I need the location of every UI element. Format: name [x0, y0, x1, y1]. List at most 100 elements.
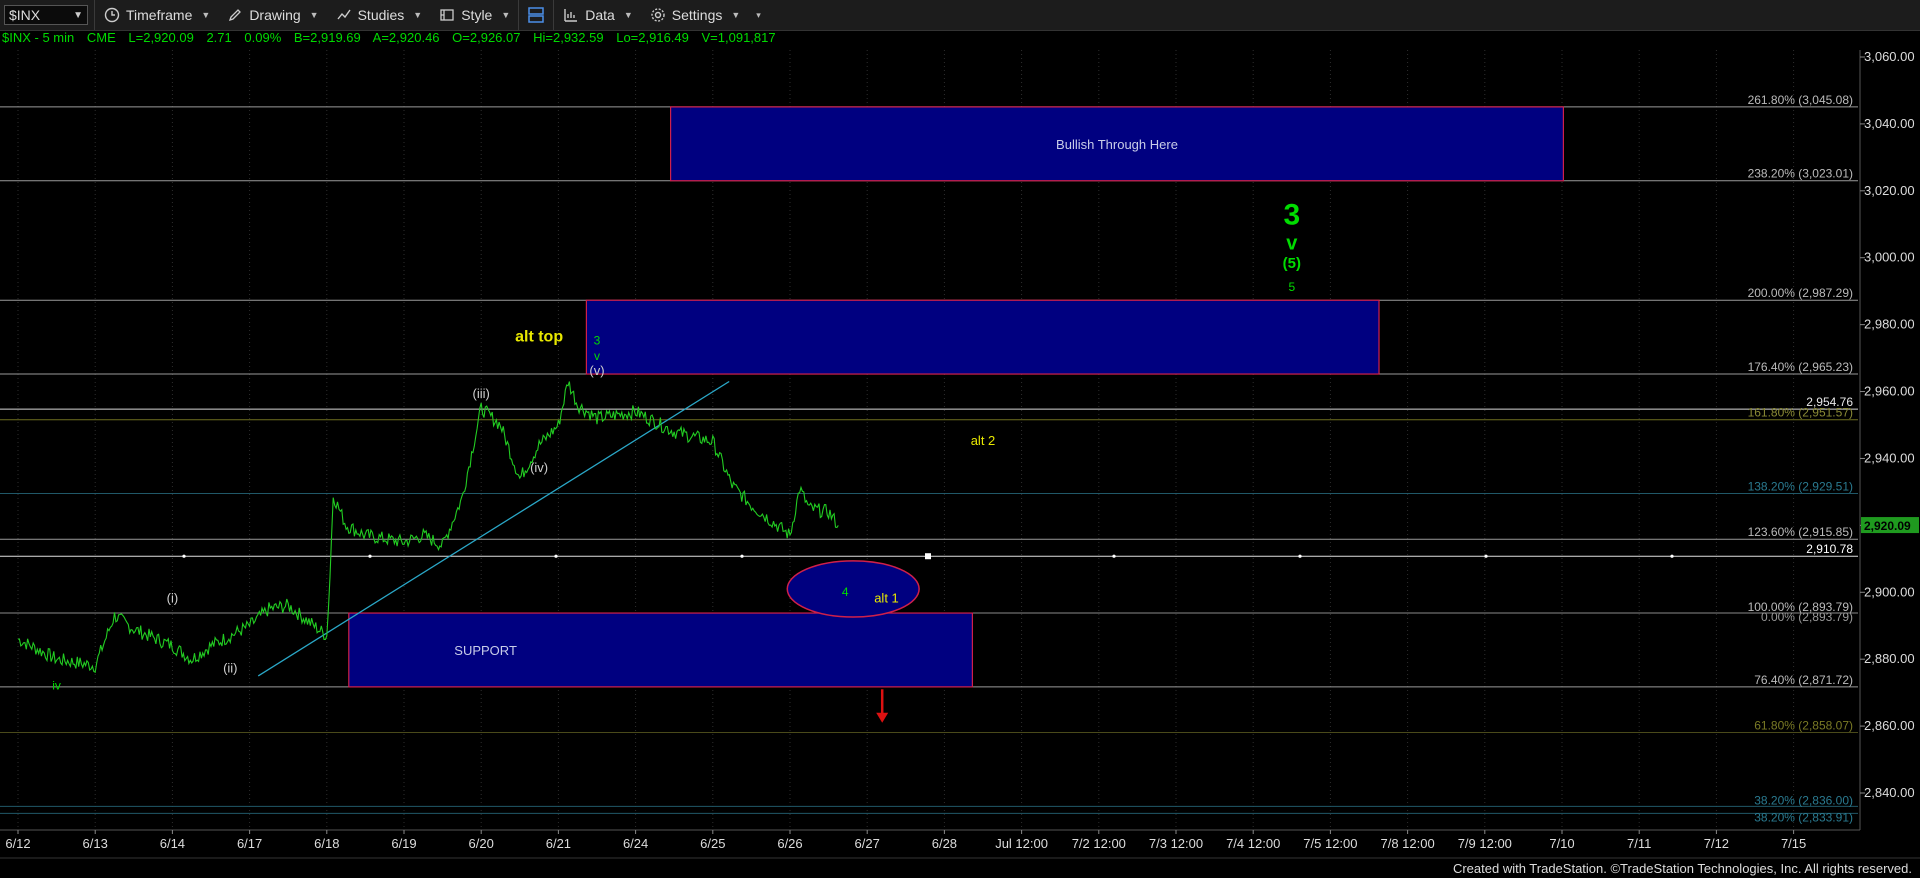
wave-annotation: 3 [1283, 198, 1300, 231]
fib-level-label: 61.80% (2,858.07) [1754, 719, 1853, 733]
wave-label-4: 4 [842, 585, 849, 599]
level-marker-dot [182, 554, 186, 558]
symbol-selector[interactable]: $INX ▼ [4, 5, 88, 25]
date-axis-label: 6/28 [932, 836, 957, 851]
data-label: Data [585, 7, 615, 23]
quote-volume: V=1,091,817 [701, 30, 776, 45]
quote-last: L=2,920.09 [128, 30, 194, 45]
price-axis-label: 2,900.00 [1864, 584, 1915, 599]
price-chart[interactable]: 261.80% (3,045.08) 238.20% (3,023.01) 200.… [0, 0, 1920, 878]
fib-level-label: 38.20% (2,833.91) [1754, 810, 1853, 824]
wave-annotation: (ii) [223, 661, 237, 676]
symbol-dropdown-icon[interactable]: ▼ [73, 10, 83, 21]
target-ellipse[interactable] [786, 560, 920, 618]
quote-bid: B=2,919.69 [293, 30, 361, 45]
wave-annotation: alt top [515, 328, 563, 345]
date-axis-label: 7/8 12:00 [1380, 836, 1434, 851]
price-axis-label: 3,060.00 [1864, 49, 1915, 64]
date-axis-label: Jul 12:00 [995, 836, 1048, 851]
date-axis-label: 7/4 12:00 [1226, 836, 1280, 851]
price-zone-box[interactable] [348, 612, 973, 688]
toolbar-overflow[interactable]: ▾ [748, 0, 769, 30]
fib-level-label: 2,910.78 [1806, 542, 1853, 556]
pencil-icon [226, 6, 244, 24]
price-axis-label: 2,860.00 [1864, 718, 1915, 733]
date-axis-label: 7/15 [1781, 836, 1806, 851]
price-axis-label: 2,880.00 [1864, 651, 1915, 666]
date-axis-label: 7/2 12:00 [1072, 836, 1126, 851]
fib-level-label: 0.00% (2,893.79) [1761, 610, 1853, 624]
date-axis-label: 7/3 12:00 [1149, 836, 1203, 851]
level-marker-dot [368, 554, 372, 558]
quote-line: $INX - 5 min CME L=2,920.09 2.71 0.09% B… [2, 30, 785, 48]
clock-icon [103, 6, 121, 24]
quote-symbol: $INX - 5 min [2, 30, 75, 45]
gear-icon [649, 6, 667, 24]
footer-credit: Created with TradeStation. ©TradeStation… [1452, 861, 1912, 876]
overflow-caret-icon: ▾ [756, 9, 761, 20]
wave-annotation: alt 2 [971, 433, 996, 448]
date-axis-label: 6/20 [469, 836, 494, 851]
date-axis-label: 6/18 [314, 836, 339, 851]
data-menu[interactable]: Data ▼ [553, 0, 641, 30]
wave-annotation: v [594, 349, 600, 363]
wave-annotation: alt 1 [874, 590, 899, 605]
quote-high: Hi=2,932.59 [533, 30, 604, 45]
fib-level-label: 161.80% (2,951.57) [1748, 406, 1853, 420]
caret-down-icon: ▼ [623, 10, 633, 20]
price-zone-box[interactable] [585, 299, 1380, 375]
last-price-label: 2,920.09 [1864, 519, 1911, 533]
wave-annotation: iv [52, 678, 61, 692]
date-axis-label: 6/27 [855, 836, 880, 851]
wave-annotation: 5 [1288, 280, 1295, 294]
wave-annotation: (5) [1283, 255, 1301, 272]
settings-label: Settings [671, 7, 723, 23]
drawing-menu[interactable]: Drawing ▼ [218, 0, 326, 30]
wave-annotation: (v) [589, 363, 604, 378]
level-marker-dot [1670, 554, 1674, 558]
quote-ask: A=2,920.46 [372, 30, 440, 45]
date-axis-label: 7/5 12:00 [1303, 836, 1357, 851]
date-axis-label: 6/19 [391, 836, 416, 851]
quote-exchange: CME [86, 30, 116, 45]
level-marker-dot [740, 554, 744, 558]
settings-menu[interactable]: Settings ▼ [641, 0, 749, 30]
date-axis-label: 6/13 [83, 836, 108, 851]
layout-icon [527, 6, 545, 24]
drawing-label: Drawing [249, 7, 301, 23]
wave-annotation: (i) [167, 590, 179, 605]
date-axis-label: 7/10 [1549, 836, 1574, 851]
price-axis-label: 2,960.00 [1864, 384, 1915, 399]
date-axis-label: 6/25 [700, 836, 725, 851]
toolbar: $INX ▼ Timeframe ▼ Drawing ▼ Studies ▼ S… [0, 0, 1920, 31]
level-marker-dot [1112, 554, 1116, 558]
layout-button[interactable] [518, 0, 553, 30]
symbol-text: $INX [9, 7, 41, 23]
timeframe-menu[interactable]: Timeframe ▼ [94, 0, 218, 30]
date-axis-label: 7/9 12:00 [1458, 836, 1512, 851]
fib-level-label: 261.80% (3,045.08) [1748, 93, 1853, 107]
studies-icon [335, 6, 353, 24]
price-zone-label: Bullish Through Here [1056, 137, 1178, 152]
price-axis-label: 2,940.00 [1864, 450, 1915, 465]
price-zone-label: SUPPORT [454, 643, 517, 658]
caret-down-icon: ▼ [501, 10, 511, 20]
caret-down-icon: ▼ [731, 10, 741, 20]
fib-level-label: 38.20% (2,836.00) [1754, 793, 1853, 807]
level-marker-dot [554, 554, 558, 558]
price-axis-label: 3,020.00 [1864, 183, 1915, 198]
style-menu[interactable]: Style ▼ [430, 0, 518, 30]
price-axis-label: 2,980.00 [1864, 317, 1915, 332]
caret-down-icon: ▼ [309, 10, 319, 20]
quote-pct: 0.09% [244, 30, 282, 45]
wave-annotation: v [1286, 232, 1298, 254]
fib-level-label: 76.40% (2,871.72) [1754, 673, 1853, 687]
timeframe-label: Timeframe [126, 7, 193, 23]
date-axis-label: 6/24 [623, 836, 648, 851]
level-marker-square[interactable] [925, 553, 931, 560]
level-marker-dot [1298, 554, 1302, 558]
date-axis-label: 6/21 [546, 836, 571, 851]
fib-level-label: 123.60% (2,915.85) [1748, 525, 1853, 539]
fib-level-label: 138.20% (2,929.51) [1748, 480, 1853, 494]
studies-menu[interactable]: Studies ▼ [327, 0, 431, 30]
